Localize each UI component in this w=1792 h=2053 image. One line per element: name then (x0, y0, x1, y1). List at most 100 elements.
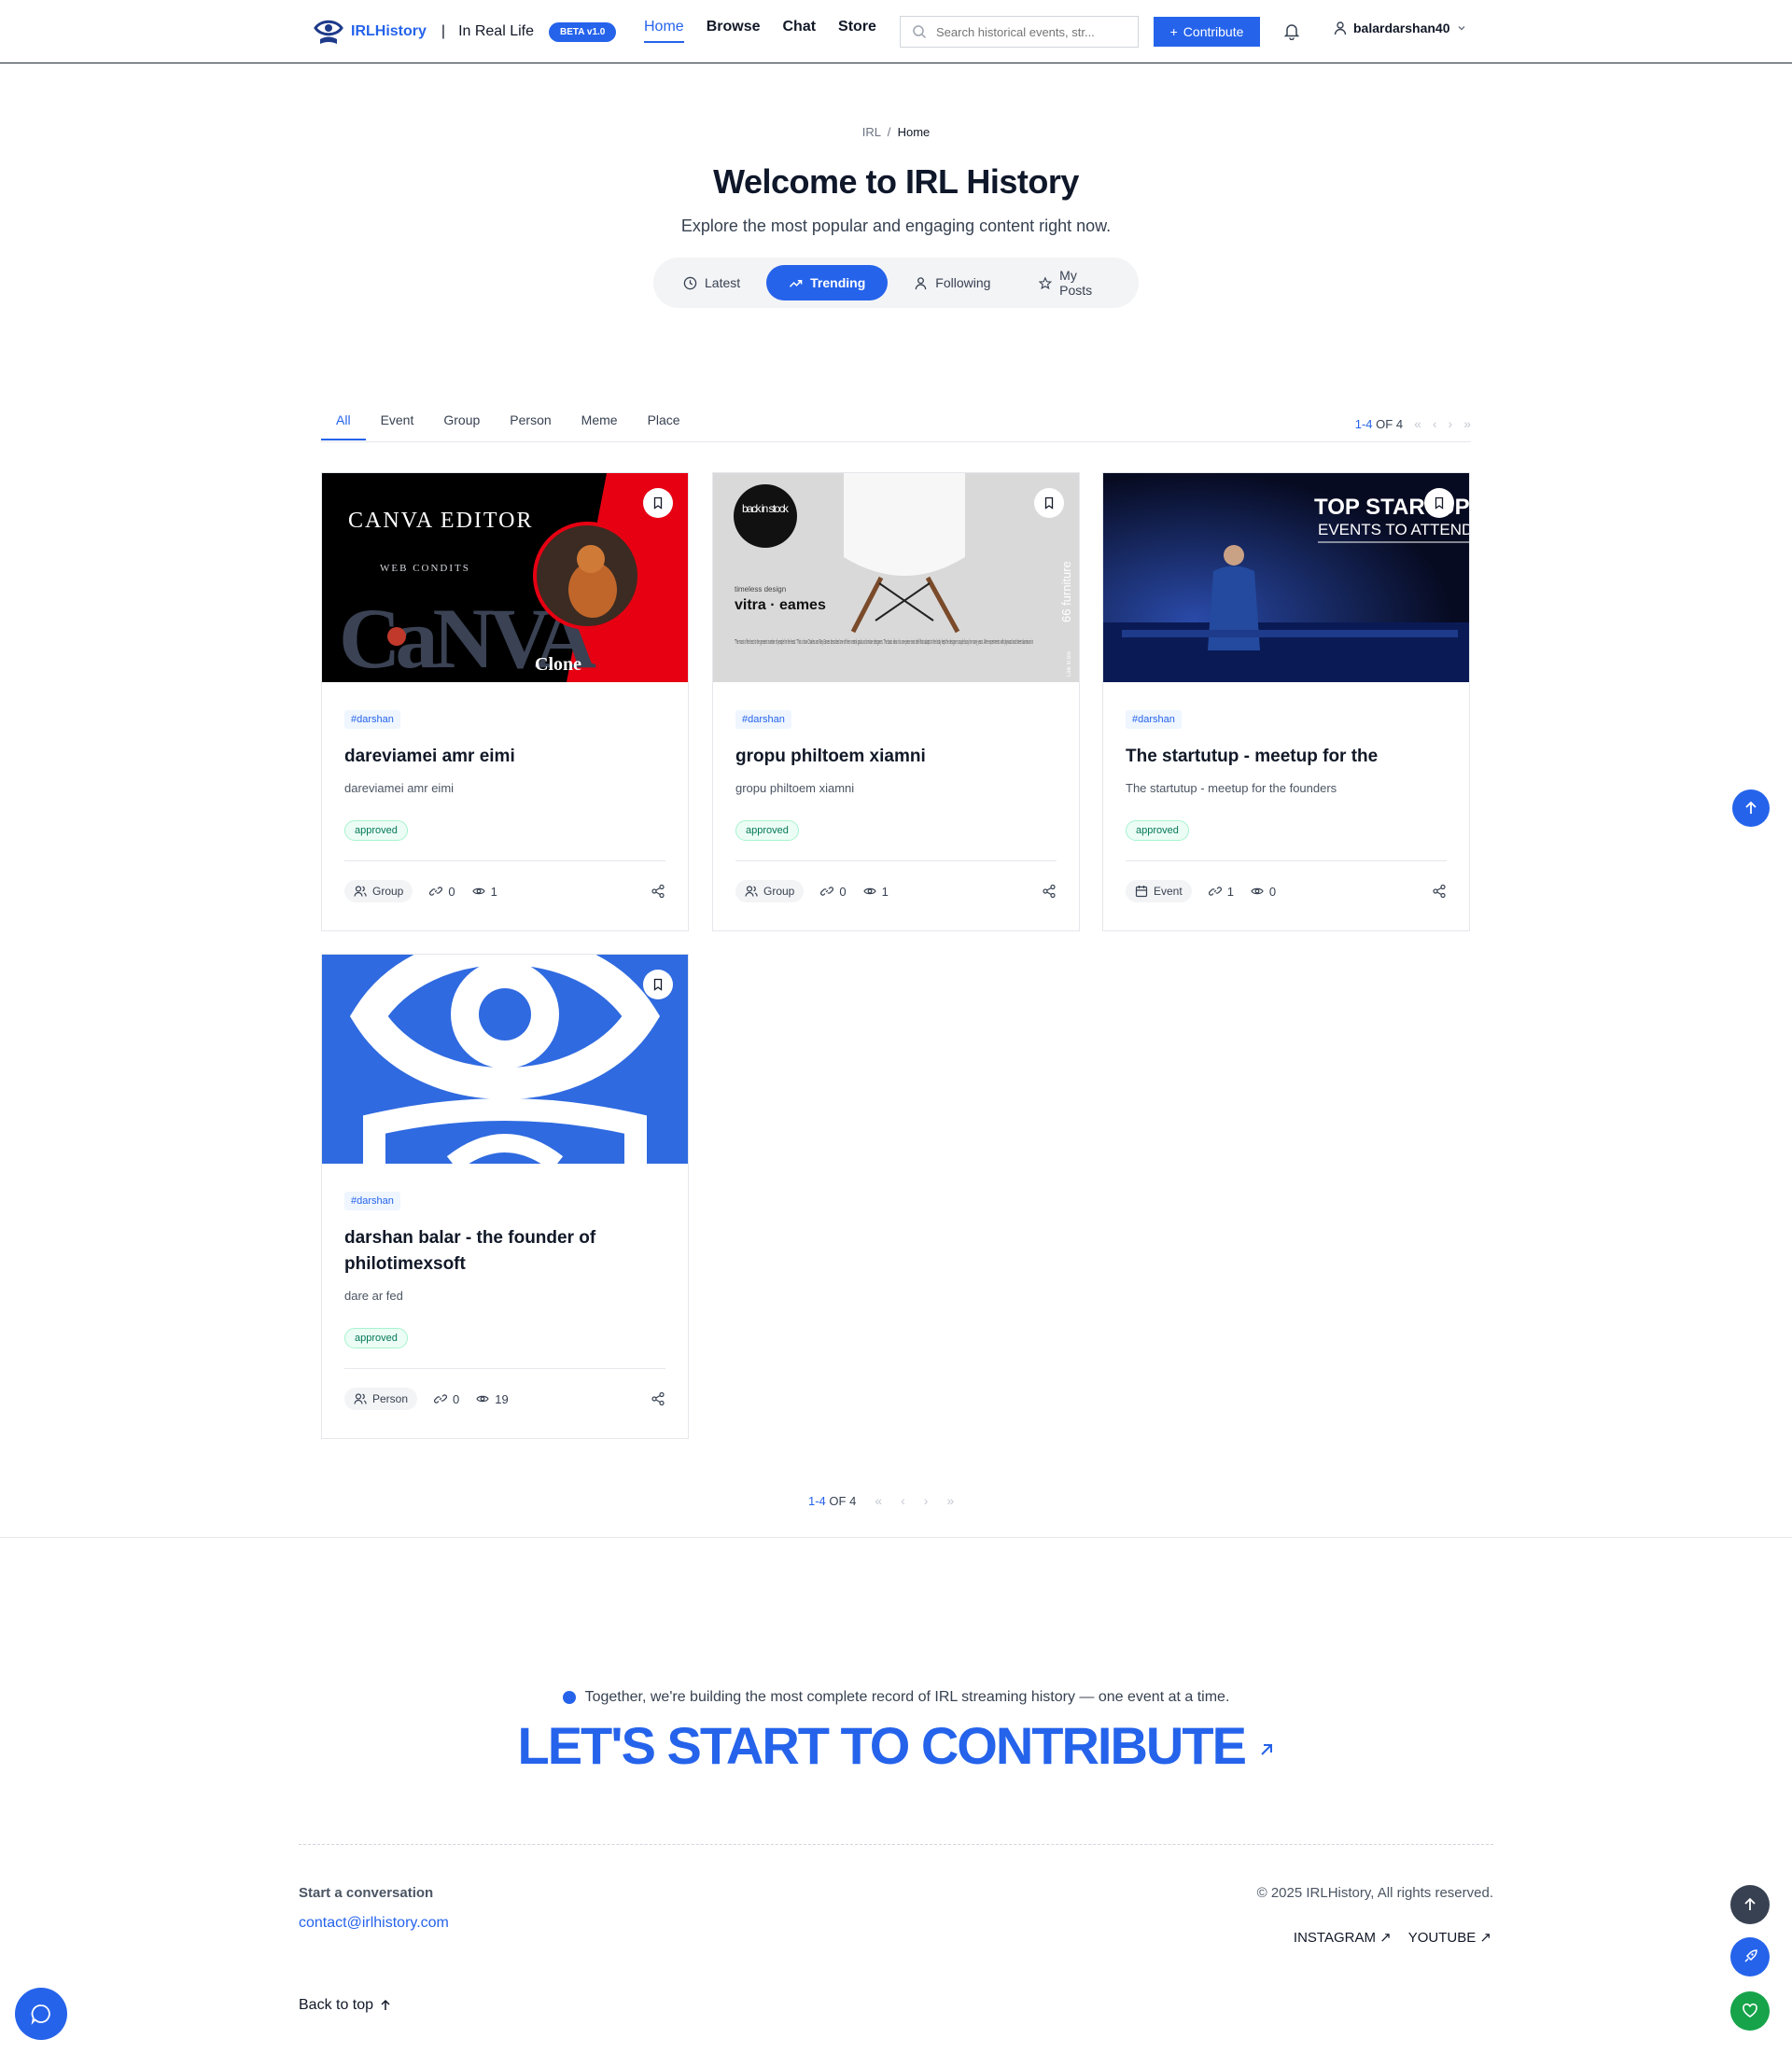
next-page-icon[interactable]: › (1449, 416, 1453, 431)
prev-page-icon[interactable]: ‹ (1433, 416, 1437, 431)
feed-tabs: Latest Trending Following My Posts (653, 258, 1139, 308)
footer-note: Together, we're building the most comple… (0, 1689, 1792, 1706)
post-card[interactable]: CANVA EDITOR WEB CONDITS CaNVA Clone #da… (321, 472, 689, 931)
first-page-icon[interactable]: « (875, 1493, 882, 1508)
post-type-chip[interactable]: Event (1126, 880, 1192, 902)
category-tab-meme[interactable]: Meme (567, 403, 633, 440)
bookmark-button[interactable] (1424, 488, 1454, 518)
chat-button[interactable] (15, 1988, 67, 2040)
footer-dashed-divider (299, 1844, 1493, 1845)
share-icon[interactable] (651, 1391, 665, 1406)
bookmark-button[interactable] (643, 488, 673, 518)
contact-email-link[interactable]: contact@irlhistory.com (299, 1915, 449, 1932)
brand[interactable]: IRLHistory | In Real Life BETA v1.0 (314, 17, 617, 47)
brand-subtitle: In Real Life (458, 23, 534, 39)
post-type: Group (763, 885, 795, 898)
favorite-button[interactable] (1730, 1991, 1770, 2031)
tab-my-posts[interactable]: My Posts (1016, 265, 1131, 300)
trending-icon (790, 279, 803, 287)
category-tab-person[interactable]: Person (495, 403, 566, 440)
image-subheading: WEB CONDITS (380, 563, 470, 574)
clock-icon (683, 276, 697, 289)
nav-browse[interactable]: Browse (707, 19, 761, 43)
star-icon (1039, 276, 1053, 289)
eye-icon (471, 887, 485, 895)
logo-eye-icon (314, 20, 343, 44)
post-type-chip[interactable]: Group (344, 880, 413, 902)
search-box[interactable] (900, 16, 1139, 48)
post-tag[interactable]: #darshan (344, 710, 400, 729)
post-type: Group (372, 885, 404, 898)
bookmark-button[interactable] (643, 970, 673, 999)
links-value: 0 (839, 884, 847, 899)
youtube-link[interactable]: YOUTUBE ↗ (1408, 1929, 1491, 1946)
post-description: The startutup - meetup for the founders (1126, 781, 1337, 795)
arrow-up-right-icon: ↗ (1379, 1930, 1392, 1946)
post-type-chip[interactable]: Group (735, 880, 805, 902)
scroll-top-button[interactable] (1732, 789, 1770, 827)
post-tag[interactable]: #darshan (344, 1192, 400, 1210)
post-tag[interactable]: #darshan (735, 710, 791, 729)
post-image[interactable] (322, 955, 688, 1164)
category-tab-place[interactable]: Place (633, 403, 695, 440)
post-title[interactable]: darshan balar - the founder of philotime… (344, 1225, 662, 1278)
copyright: © 2025 IRLHistory, All rights reserved. (1256, 1885, 1493, 1901)
post-meta: Event 1 0 (1126, 878, 1447, 904)
chat-bubble-icon (31, 2004, 50, 2025)
contribute-cta[interactable]: LET'S START TO CONTRIBUTE (0, 1715, 1792, 1776)
scroll-top-dark-button[interactable] (1730, 1885, 1770, 1924)
breadcrumb-root[interactable]: IRL (862, 125, 881, 139)
post-image[interactable]: CANVA EDITOR WEB CONDITS CaNVA Clone (322, 473, 688, 682)
search-input[interactable] (936, 24, 1123, 39)
bookmark-button[interactable] (1034, 488, 1064, 518)
last-page-icon[interactable]: » (1463, 416, 1471, 431)
share-icon[interactable] (651, 884, 665, 899)
rocket-button[interactable] (1730, 1937, 1770, 1976)
eye-icon (476, 1395, 489, 1403)
post-title[interactable]: dareviamei amr eimi (344, 744, 662, 770)
tab-trending[interactable]: Trending (766, 265, 889, 300)
bell-icon[interactable] (1282, 21, 1301, 40)
share-icon[interactable] (1432, 884, 1447, 899)
category-tab-group[interactable]: Group (428, 403, 495, 440)
post-tag[interactable]: #darshan (1126, 710, 1182, 729)
status-badge: approved (344, 1328, 408, 1348)
image-corner-text: Clone (535, 654, 581, 675)
back-to-top-link[interactable]: Back to top (299, 1997, 392, 2014)
last-page-icon[interactable]: » (946, 1493, 954, 1508)
post-title[interactable]: The startutup - meetup for the (1126, 744, 1443, 770)
image-body-text: "The most of the best to the greatest nu… (735, 639, 1033, 646)
first-page-icon[interactable]: « (1414, 416, 1421, 431)
prev-page-icon[interactable]: ‹ (901, 1493, 905, 1508)
nav-chat[interactable]: Chat (782, 19, 816, 43)
contribute-button[interactable]: + Contribute (1154, 17, 1260, 47)
post-type-chip[interactable]: Person (344, 1388, 418, 1410)
tab-following[interactable]: Following (891, 265, 1013, 300)
card-divider (344, 1368, 665, 1369)
pagination-range: 1-4 (1354, 416, 1373, 431)
category-tabs: All Event Group Person Meme Place (321, 403, 1471, 440)
links-count: 0 (820, 884, 847, 899)
post-card[interactable]: TOP STARTUP EVENTS TO ATTEND #darshan Th… (1102, 472, 1470, 931)
links-count: 0 (429, 885, 455, 899)
post-card[interactable]: back in stock timeless design vitra · ea… (712, 472, 1080, 931)
breadcrumb-current: Home (897, 125, 931, 139)
breadcrumb-separator: / (887, 125, 891, 139)
category-tab-event[interactable]: Event (366, 403, 429, 440)
category-tab-all[interactable]: All (321, 403, 366, 440)
post-title[interactable]: gropu philtoem xiamni (735, 744, 1053, 770)
user-menu[interactable]: balardarshan40 (1333, 21, 1467, 35)
pagination-top: 1-4 OF 4 « ‹ › » (1355, 416, 1471, 431)
post-meta: Person 0 19 (344, 1386, 665, 1412)
nav-store[interactable]: Store (838, 19, 876, 43)
pagination-range: 1-4 (808, 1493, 826, 1508)
post-image[interactable]: back in stock timeless design vitra · ea… (713, 473, 1079, 682)
brand-name: IRLHistory (351, 23, 427, 39)
tab-latest[interactable]: Latest (661, 265, 763, 300)
post-image[interactable]: TOP STARTUP EVENTS TO ATTEND (1103, 473, 1469, 682)
next-page-icon[interactable]: › (924, 1493, 929, 1508)
instagram-link[interactable]: INSTAGRAM ↗ (1294, 1929, 1392, 1946)
post-card[interactable]: #darshan darshan balar - the founder of … (321, 954, 689, 1439)
share-icon[interactable] (1042, 884, 1057, 899)
nav-home[interactable]: Home (644, 19, 684, 43)
